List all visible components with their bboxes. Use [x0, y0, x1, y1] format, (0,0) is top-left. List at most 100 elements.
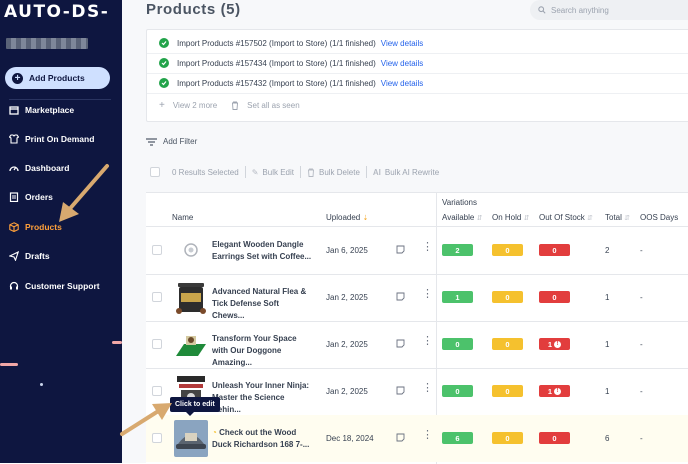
divider: [147, 93, 688, 94]
row-checkbox[interactable]: [152, 386, 162, 396]
bulk-edit-button[interactable]: Bulk Edit: [262, 168, 294, 177]
sidebar-item-orders[interactable]: Orders: [9, 192, 53, 202]
row-checkbox[interactable]: [152, 339, 162, 349]
table-row[interactable]: ◔ Check out the Wood Duck Richardson 168…: [146, 415, 688, 462]
decorative-mark: [112, 341, 122, 344]
sort-icon: ⇵: [523, 215, 530, 222]
on-hold-badge: 0: [492, 385, 523, 397]
kebab-menu-icon[interactable]: ⋮: [422, 336, 433, 347]
notifications-footer: + View 2 more Set all as seen: [159, 100, 300, 111]
plus-icon: +: [12, 72, 23, 84]
notification-row: Import Products #157432 (Import to Store…: [159, 76, 423, 90]
on-hold-badge: 0: [492, 244, 523, 256]
available-header[interactable]: Available ⇵: [442, 213, 482, 222]
product-name[interactable]: Elegant Wooden Dangle Earrings Set with …: [212, 239, 312, 263]
total-header[interactable]: Total ⇵: [605, 213, 630, 222]
available-badge: 0: [442, 338, 473, 350]
row-checkbox[interactable]: [152, 292, 162, 302]
add-filter-button[interactable]: Add Filter: [146, 137, 197, 146]
product-name[interactable]: ◔ Check out the Wood Duck Richardson 168…: [212, 427, 312, 451]
add-products-button[interactable]: + Add Products: [5, 67, 110, 89]
table-row[interactable]: Unleash Your Inner Ninja: Master the Sci…: [146, 368, 688, 415]
table-row[interactable]: Transform Your Space with Our Doggone Am…: [146, 321, 688, 368]
view-details-link[interactable]: View details: [381, 59, 424, 68]
product-name[interactable]: Unleash Your Inner Ninja: Master the Sci…: [212, 380, 312, 416]
ai-rewrite-icon: AI: [372, 167, 381, 177]
sidebar-item-marketplace[interactable]: Marketplace: [9, 105, 74, 115]
available-badge: 0: [442, 385, 473, 397]
total-value: 1: [605, 387, 610, 396]
uploaded-header[interactable]: Uploaded ⇣: [326, 213, 368, 222]
product-image[interactable]: [174, 279, 208, 316]
on-hold-badge: 0: [492, 432, 523, 444]
divider: [299, 166, 301, 178]
out-of-stock-header[interactable]: Out Of Stock ⇵: [539, 213, 593, 222]
view-more-button[interactable]: View 2 more: [173, 101, 217, 110]
autods-logo[interactable]: AUTO-DS-: [4, 2, 109, 22]
sidebar-item-products[interactable]: Products: [9, 222, 62, 232]
uploaded-header-label: Uploaded: [326, 213, 361, 222]
table-row[interactable]: Advanced Natural Flea & Tick Defense Sof…: [146, 274, 688, 321]
kebab-menu-icon[interactable]: ⋮: [422, 430, 433, 441]
divider: [147, 53, 688, 54]
sidebar-item-customer-support[interactable]: Customer Support: [9, 281, 100, 291]
gauge-icon: [9, 166, 19, 172]
divider: [244, 166, 246, 178]
check-circle-icon: [159, 38, 169, 48]
sidebar-item-label: Drafts: [25, 251, 50, 261]
row-checkbox[interactable]: [152, 245, 162, 255]
set-all-seen-button[interactable]: Set all as seen: [247, 101, 299, 110]
product-name[interactable]: Transform Your Space with Our Doggone Am…: [212, 333, 312, 369]
note-icon[interactable]: [396, 292, 405, 301]
row-checkbox[interactable]: [152, 433, 162, 443]
sidebar-item-print-on-demand[interactable]: Print On Demand: [9, 134, 94, 144]
sidebar-item-dashboard[interactable]: Dashboard: [9, 163, 69, 173]
search-placeholder: Search anything: [551, 5, 609, 15]
add-products-label: Add Products: [29, 73, 85, 83]
product-image[interactable]: [174, 420, 208, 457]
trash-icon: [307, 168, 314, 177]
view-details-link[interactable]: View details: [381, 39, 424, 48]
kebab-menu-icon[interactable]: ⋮: [422, 383, 433, 394]
sidebar-item-drafts[interactable]: Drafts: [9, 251, 50, 261]
product-name[interactable]: Advanced Natural Flea & Tick Defense Sof…: [212, 286, 312, 322]
note-icon[interactable]: [396, 433, 405, 442]
uploaded-date: Jan 2, 2025: [326, 293, 368, 302]
sort-icon: ⇵: [624, 215, 631, 222]
results-selected: 0 Results Selected: [172, 167, 239, 177]
kebab-menu-icon[interactable]: ⋮: [422, 289, 433, 300]
search-input[interactable]: Search anything: [530, 0, 688, 20]
table-row[interactable]: Elegant Wooden Dangle Earrings Set with …: [146, 227, 688, 274]
note-icon[interactable]: [396, 386, 405, 395]
product-image[interactable]: [174, 326, 208, 363]
note-icon[interactable]: [396, 245, 405, 254]
kebab-menu-icon[interactable]: ⋮: [422, 242, 433, 253]
sort-desc-icon: ⇣: [362, 215, 369, 222]
total-header-label: Total: [605, 213, 622, 222]
view-details-link[interactable]: View details: [381, 79, 424, 88]
decorative-mark: [0, 363, 18, 366]
oos-days-header[interactable]: OOS Days: [640, 213, 678, 222]
filter-icon: [146, 137, 157, 146]
account-name-blurred[interactable]: [6, 38, 88, 49]
select-all-checkbox[interactable]: [150, 167, 160, 177]
out-of-stock-badge: 0: [539, 244, 570, 256]
note-icon[interactable]: [396, 339, 405, 348]
uploaded-date: Jan 2, 2025: [326, 340, 368, 349]
sidebar-item-label: Customer Support: [25, 281, 100, 291]
name-header[interactable]: Name: [172, 213, 193, 222]
on-hold-badge: 0: [492, 291, 523, 303]
sidebar: AUTO-DS- + Add Products Marketplace Prin…: [0, 0, 122, 463]
on-hold-header[interactable]: On Hold ⇵: [492, 213, 529, 222]
sidebar-item-label: Products: [25, 222, 62, 232]
warning-icon: !: [554, 340, 562, 348]
out-of-stock-badge: 0: [539, 291, 570, 303]
sidebar-item-label: Orders: [25, 192, 53, 202]
clipboard-icon: [9, 192, 19, 202]
product-image-placeholder[interactable]: [174, 232, 208, 269]
shirt-icon: [9, 134, 19, 144]
bulk-ai-rewrite-button[interactable]: Bulk AI Rewrite: [385, 168, 439, 177]
total-value: 2: [605, 246, 610, 255]
out-of-stock-badge: 1!: [539, 338, 570, 350]
bulk-delete-button[interactable]: Bulk Delete: [319, 168, 360, 177]
